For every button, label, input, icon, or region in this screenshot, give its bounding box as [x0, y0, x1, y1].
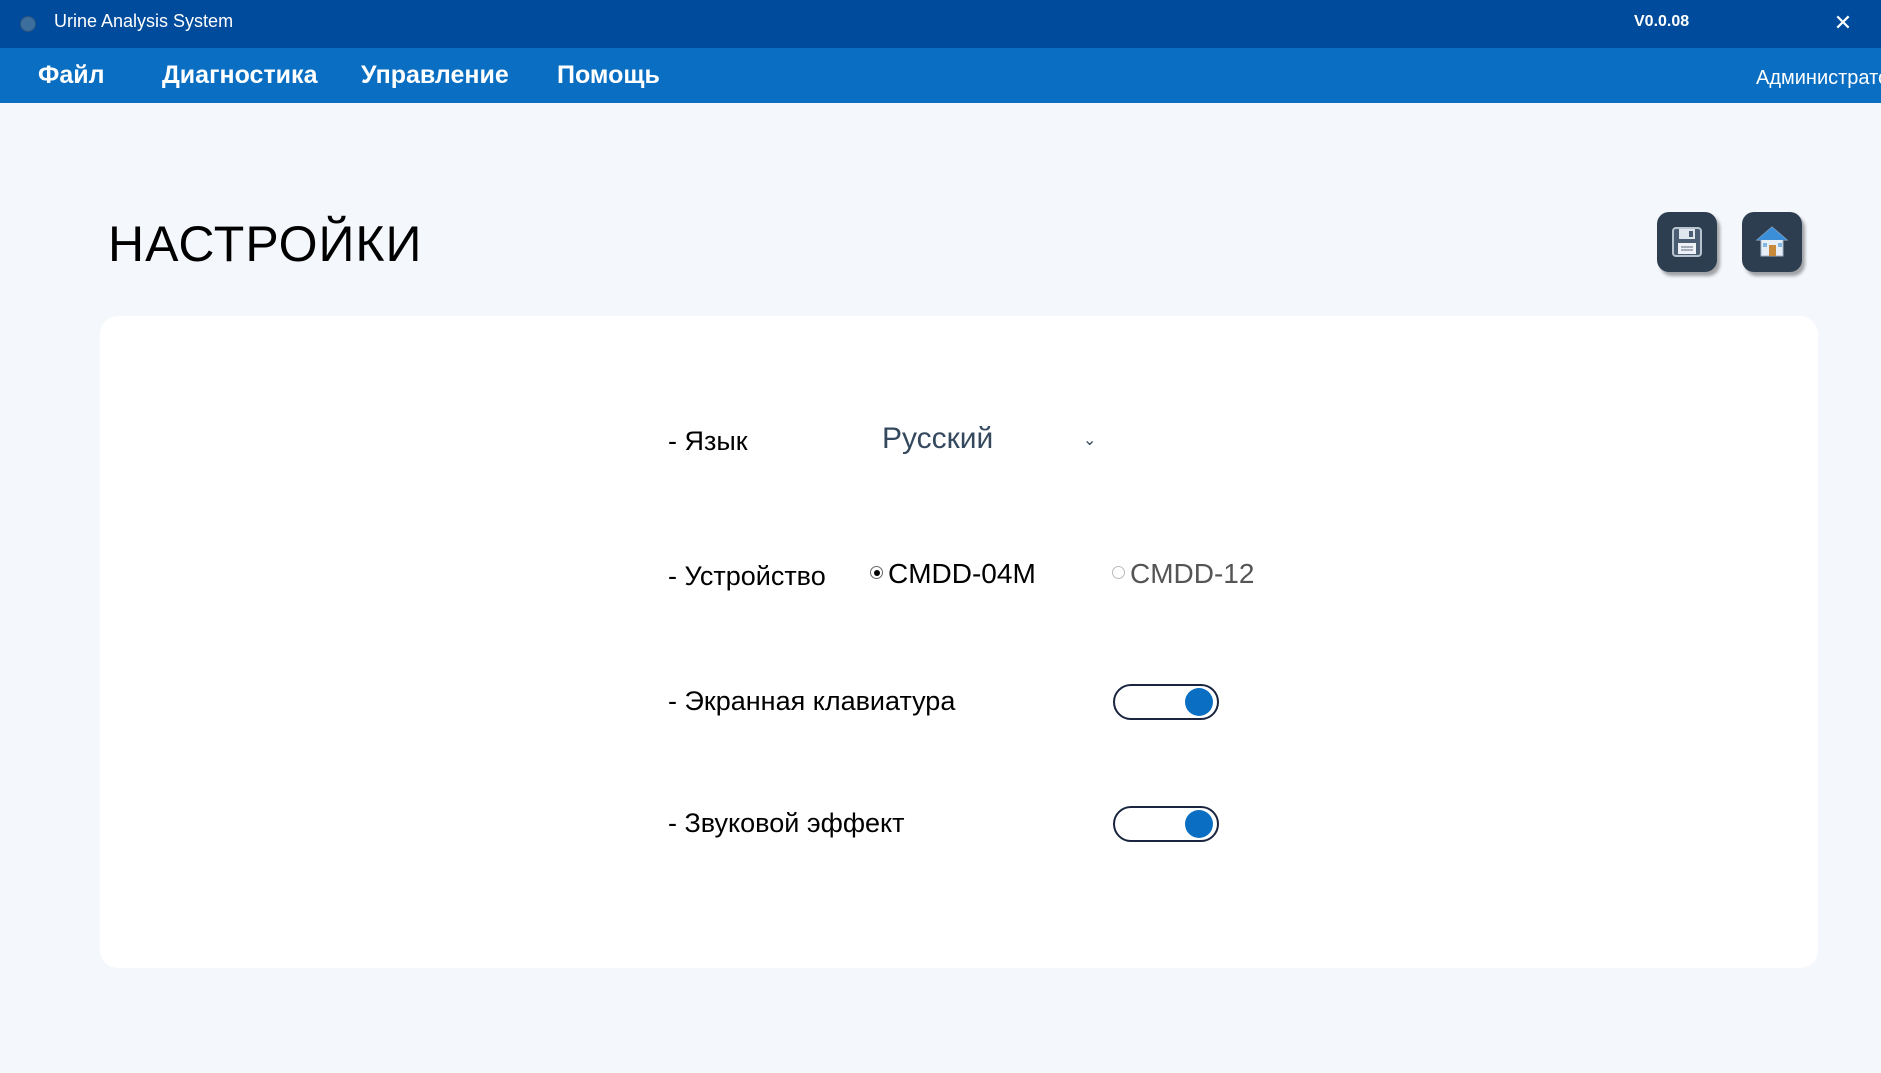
- app-icon: [20, 16, 36, 32]
- menu-help[interactable]: Помощь: [557, 61, 660, 90]
- onscreen-keyboard-toggle[interactable]: [1113, 684, 1219, 720]
- menu-bar: Файл Диагностика Управление Помощь Админ…: [0, 48, 1881, 103]
- chevron-down-icon[interactable]: ⌄: [1083, 430, 1096, 450]
- window-title: Urine Analysis System: [54, 11, 234, 31]
- floppy-disk-icon: [1672, 227, 1702, 257]
- menu-diagnostics[interactable]: Диагностика: [162, 61, 317, 90]
- menu-file[interactable]: Файл: [38, 61, 105, 90]
- menu-management[interactable]: Управление: [361, 61, 509, 90]
- device-option-label: CMDD-12: [1130, 558, 1255, 589]
- device-option-label: CMDD-04M: [888, 558, 1036, 589]
- page-title: НАСТРОЙКИ: [108, 216, 423, 272]
- radio-unchecked-icon: [1112, 566, 1125, 580]
- sound-effect-toggle[interactable]: [1113, 806, 1219, 842]
- device-label: - Устройство: [668, 561, 826, 591]
- toggle-knob: [1185, 810, 1213, 838]
- sound-effect-label: - Звуковой эффект: [668, 808, 905, 838]
- close-icon[interactable]: ✕: [1826, 8, 1860, 38]
- device-option-cmdd-04m[interactable]: CMDD-04M: [870, 558, 1036, 590]
- onscreen-keyboard-label: - Экранная клавиатура: [668, 686, 956, 716]
- home-icon: [1755, 226, 1789, 257]
- language-select[interactable]: Русский: [882, 422, 993, 456]
- user-label[interactable]: Администратор: [1756, 67, 1881, 90]
- device-option-cmdd-12[interactable]: CMDD-12: [1112, 558, 1254, 590]
- title-bar: Urine Analysis System V0.0.08 ✕: [0, 0, 1881, 48]
- version-label: V0.0.08: [1634, 13, 1690, 30]
- radio-checked-icon: [870, 566, 883, 580]
- save-button[interactable]: [1657, 212, 1717, 272]
- home-button[interactable]: [1742, 212, 1802, 272]
- toggle-knob: [1185, 688, 1213, 716]
- settings-card: - Язык Русский ⌄ - Устройство CMDD-04M C…: [100, 316, 1818, 968]
- language-label: - Язык: [668, 426, 748, 456]
